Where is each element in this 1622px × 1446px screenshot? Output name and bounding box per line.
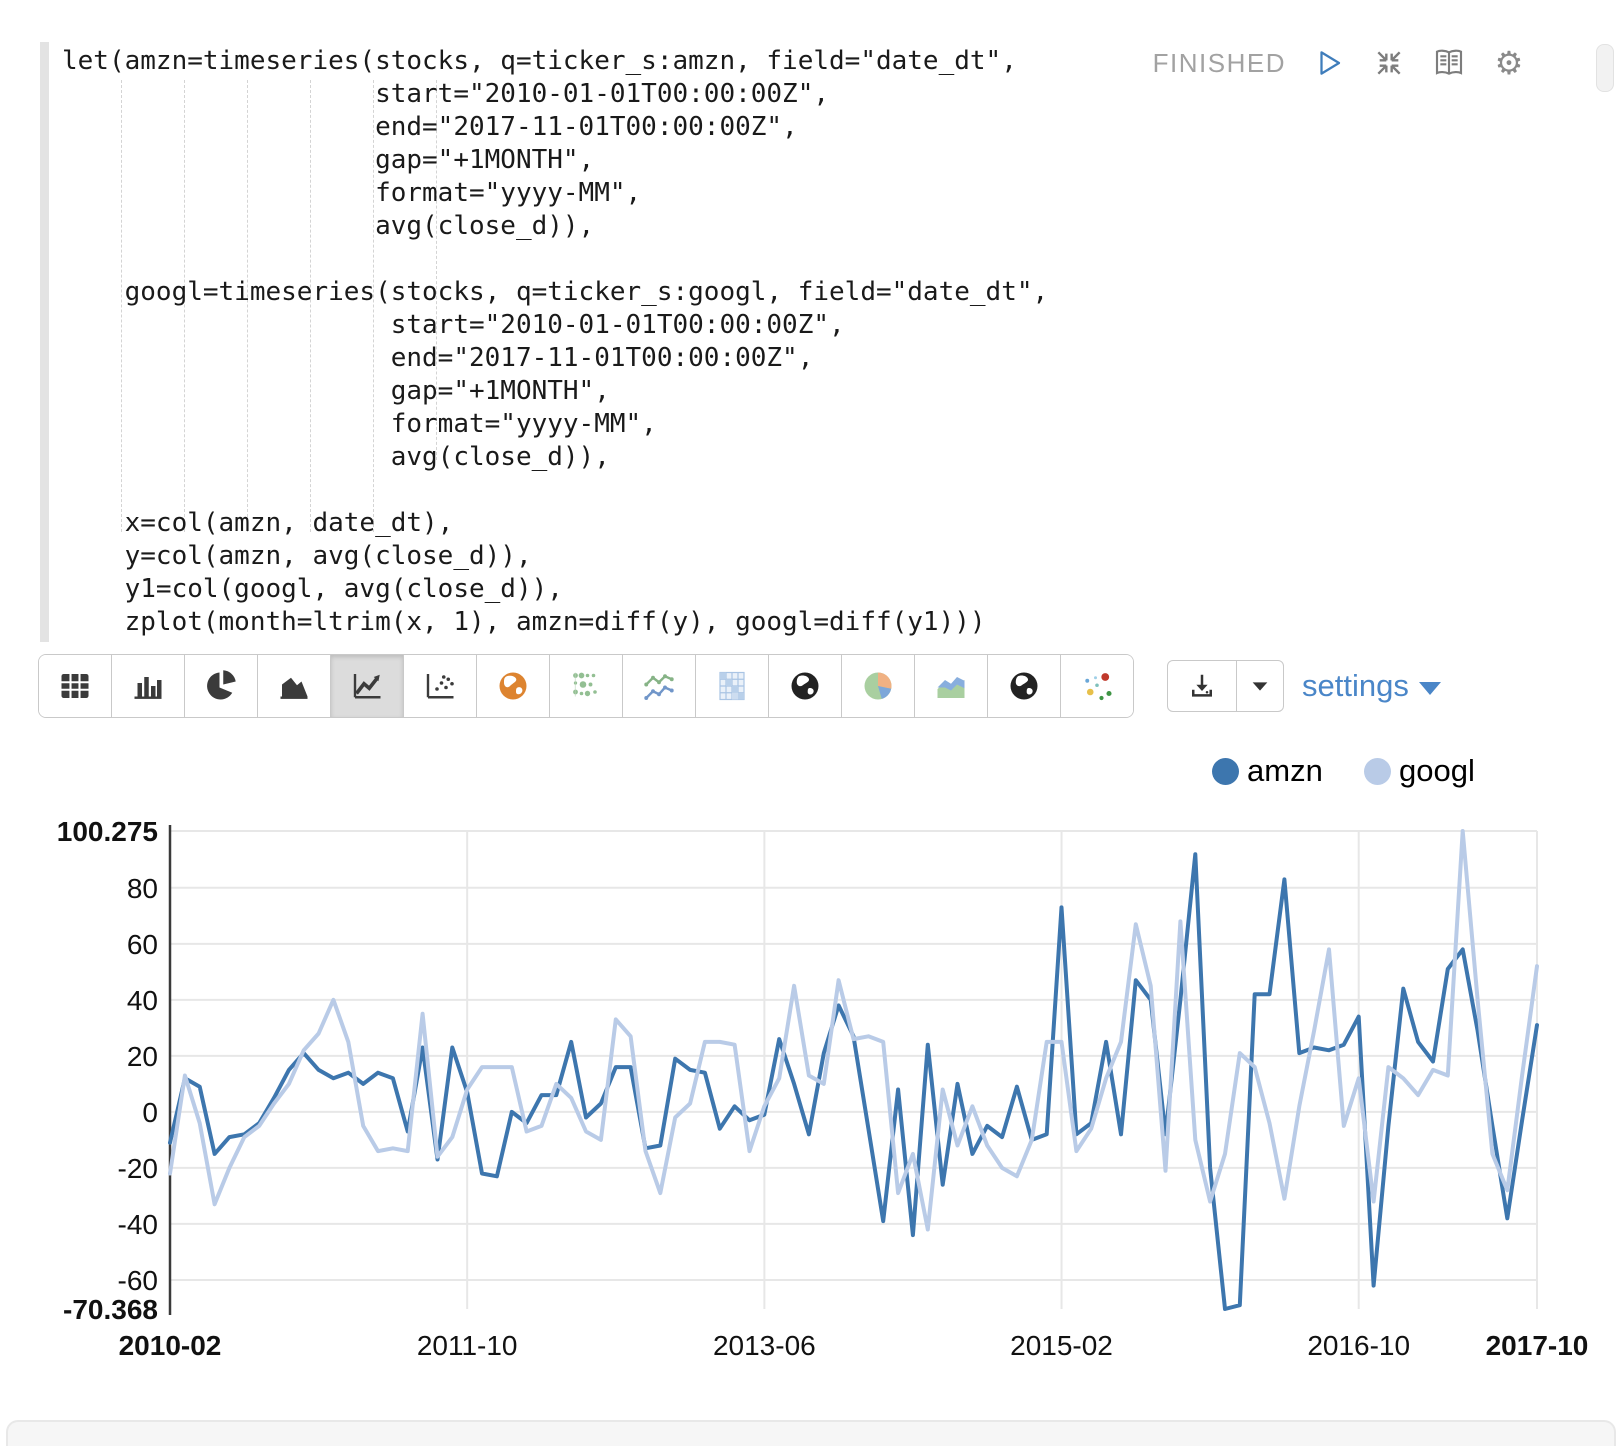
paragraph-controls: FINISHED ⚙ (1153, 46, 1526, 80)
svg-text:2016-10: 2016-10 (1307, 1330, 1410, 1361)
svg-text:-70.368: -70.368 (63, 1294, 158, 1325)
svg-text:80: 80 (127, 873, 158, 904)
book-icon[interactable] (1432, 46, 1466, 80)
download-split-button (1167, 660, 1284, 712)
paragraph-gutter (40, 42, 49, 642)
chart-type-area-chart[interactable] (258, 655, 331, 717)
chart-type-world-map[interactable] (769, 655, 842, 717)
chart-type-dot-grid[interactable] (550, 655, 623, 717)
svg-text:40: 40 (127, 985, 158, 1016)
chart-type-scatter-chart[interactable] (404, 655, 477, 717)
chart-type-toolbar (38, 654, 1134, 718)
svg-text:2010-02: 2010-02 (119, 1330, 222, 1361)
collapse-icon[interactable] (1372, 46, 1406, 80)
gear-icon[interactable]: ⚙ (1492, 46, 1526, 80)
settings-toggle[interactable]: settings (1302, 668, 1441, 704)
chart-type-world-map-2[interactable] (988, 655, 1061, 717)
bottom-bar (6, 1420, 1616, 1446)
chart-type-multi-line-chart[interactable] (623, 655, 696, 717)
chart-type-pie-chart[interactable] (185, 655, 258, 717)
chart-type-line-chart[interactable] (331, 655, 404, 717)
chart-type-bubble-scatter[interactable] (1061, 655, 1133, 717)
svg-text:-20: -20 (118, 1153, 158, 1184)
chart-type-heatmap-grid[interactable] (696, 655, 769, 717)
download-button[interactable] (1168, 661, 1237, 711)
svg-text:-40: -40 (118, 1209, 158, 1240)
svg-text:20: 20 (127, 1041, 158, 1072)
chart-type-table[interactable] (39, 655, 112, 717)
editor-scrollbar[interactable] (1596, 44, 1614, 92)
status-badge: FINISHED (1153, 48, 1286, 79)
run-icon[interactable] (1312, 46, 1346, 80)
chart-type-stream-area-chart[interactable] (915, 655, 988, 717)
chart-type-bar-chart[interactable] (112, 655, 185, 717)
settings-label: settings (1302, 668, 1409, 704)
svg-text:2017-10: 2017-10 (1486, 1330, 1589, 1361)
svg-text:0: 0 (142, 1097, 158, 1128)
svg-text:100.275: 100.275 (57, 816, 158, 847)
download-options-caret[interactable] (1237, 661, 1283, 711)
svg-text:2015-02: 2015-02 (1010, 1330, 1113, 1361)
svg-text:60: 60 (127, 929, 158, 960)
chevron-down-icon (1419, 682, 1441, 695)
chart-type-globe-map[interactable] (477, 655, 550, 717)
diff-line-chart: 100.275 80 60 40 20 0 -20 -40 -60-70.368 2010-02 2… (0, 730, 1622, 1410)
svg-text:-60: -60 (118, 1265, 158, 1296)
svg-text:2013-06: 2013-06 (713, 1330, 816, 1361)
code-editor[interactable]: let(amzn=timeseries(stocks, q=ticker_s:a… (62, 45, 1048, 639)
chart-type-pastel-pie-chart[interactable] (842, 655, 915, 717)
svg-text:2011-10: 2011-10 (417, 1330, 518, 1361)
